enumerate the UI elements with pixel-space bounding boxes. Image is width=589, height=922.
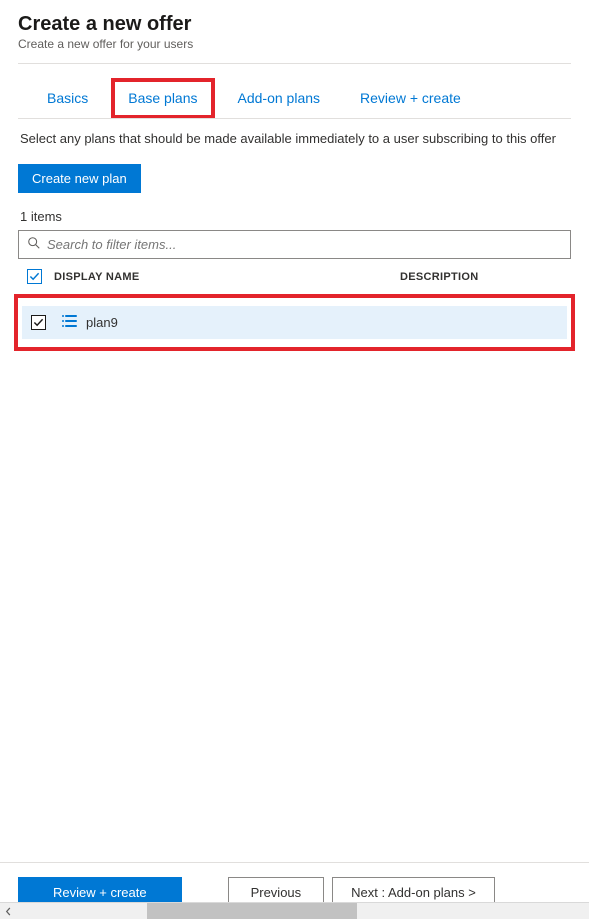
select-all-checkbox[interactable] xyxy=(27,269,42,284)
scrollbar-thumb[interactable] xyxy=(147,903,357,919)
column-display-name[interactable]: DISPLAY NAME xyxy=(50,271,400,283)
scrollbar-track[interactable] xyxy=(17,903,589,919)
row-checkbox[interactable] xyxy=(31,315,46,330)
tab-base-plans-label: Base plans xyxy=(128,90,197,106)
spacer xyxy=(18,351,571,862)
table-header: DISPLAY NAME DESCRIPTION xyxy=(18,259,571,292)
scroll-left-button[interactable] xyxy=(0,903,17,920)
column-description[interactable]: DESCRIPTION xyxy=(400,271,571,283)
row-display-name: plan9 xyxy=(86,315,118,330)
page-subtitle: Create a new offer for your users xyxy=(18,37,571,51)
instruction-text: Select any plans that should be made ava… xyxy=(18,131,571,146)
horizontal-scrollbar[interactable] xyxy=(0,902,589,919)
plan-icon xyxy=(60,312,78,333)
tab-review-create[interactable]: Review + create xyxy=(343,78,478,119)
tab-bar: Basics Base plans Add-on plans Review + … xyxy=(18,64,571,119)
search-box[interactable] xyxy=(18,230,571,259)
divider xyxy=(18,118,571,119)
search-input[interactable] xyxy=(47,237,562,252)
tab-base-plans[interactable]: Base plans xyxy=(111,78,214,119)
tab-addon-plans[interactable]: Add-on plans xyxy=(221,78,338,119)
items-count: 1 items xyxy=(18,209,571,224)
create-new-plan-button[interactable]: Create new plan xyxy=(18,164,141,193)
highlighted-row-marker: plan9 xyxy=(14,294,575,351)
table-row[interactable]: plan9 xyxy=(22,306,567,339)
page-title: Create a new offer xyxy=(18,13,571,36)
tab-basics[interactable]: Basics xyxy=(30,78,105,119)
search-icon xyxy=(27,236,41,253)
